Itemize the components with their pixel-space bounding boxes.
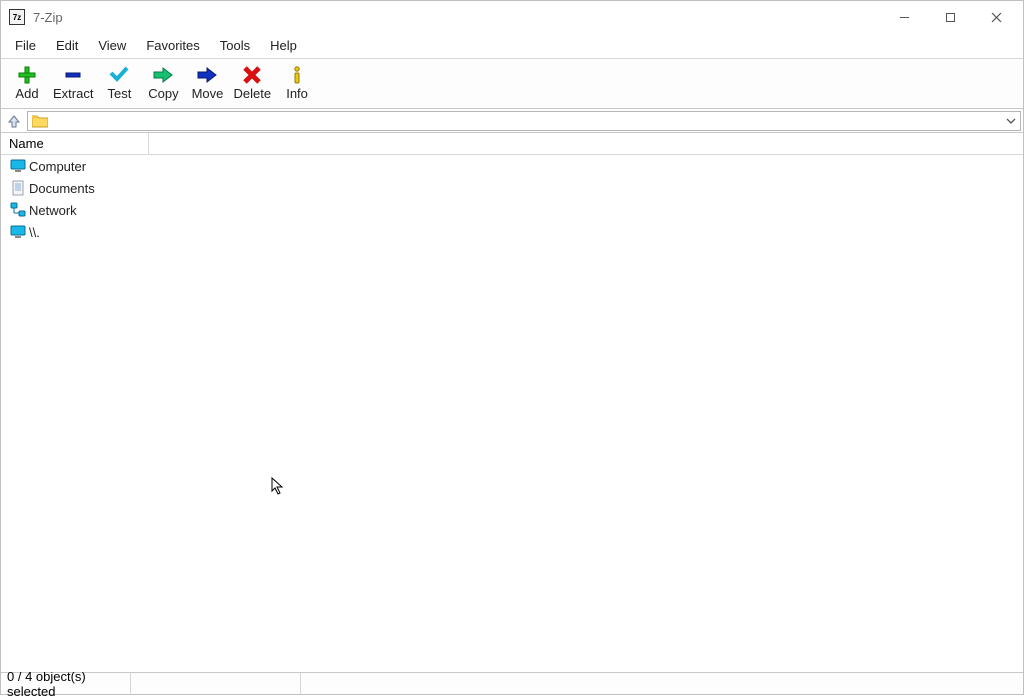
close-button[interactable] <box>973 2 1019 32</box>
arrow-right-icon <box>197 66 217 84</box>
list-header: Name <box>1 133 1023 155</box>
menu-bar: File Edit View Favorites Tools Help <box>1 33 1023 59</box>
list-item[interactable]: Network <box>1 199 1023 221</box>
document-icon <box>9 180 27 196</box>
up-arrow-icon <box>7 114 21 128</box>
menu-view[interactable]: View <box>88 34 136 57</box>
add-button[interactable]: Add <box>5 61 49 107</box>
computer-icon <box>9 158 27 174</box>
status-selection: 0 / 4 object(s) selected <box>1 673 131 694</box>
item-label: \\. <box>29 225 40 240</box>
item-label: Network <box>29 203 77 218</box>
window-title: 7-Zip <box>33 10 63 25</box>
menu-edit[interactable]: Edit <box>46 34 88 57</box>
copy-button[interactable]: Copy <box>141 61 185 107</box>
test-label: Test <box>108 86 132 101</box>
minus-icon <box>64 66 82 84</box>
cursor-icon <box>271 477 285 495</box>
list-item[interactable]: Computer <box>1 155 1023 177</box>
path-input[interactable] <box>52 112 1002 130</box>
toolbar: Add Extract Test Copy Move Delete Info <box>1 59 1023 109</box>
menu-help[interactable]: Help <box>260 34 307 57</box>
file-list[interactable]: Computer Documents Network \\. <box>1 155 1023 672</box>
title-bar: 7z 7-Zip <box>1 1 1023 33</box>
menu-tools[interactable]: Tools <box>210 34 260 57</box>
column-name[interactable]: Name <box>1 133 149 154</box>
list-item[interactable]: \\. <box>1 221 1023 243</box>
status-bar: 0 / 4 object(s) selected <box>1 672 1023 694</box>
add-label: Add <box>15 86 38 101</box>
item-label: Documents <box>29 181 95 196</box>
test-button[interactable]: Test <box>97 61 141 107</box>
network-icon <box>9 202 27 218</box>
path-combobox[interactable] <box>27 111 1021 131</box>
delete-label: Delete <box>233 86 271 101</box>
path-dropdown-button[interactable] <box>1002 112 1020 130</box>
menu-favorites[interactable]: Favorites <box>136 34 209 57</box>
delete-button[interactable]: Delete <box>229 61 275 107</box>
up-button[interactable] <box>3 111 25 131</box>
arrow-right-outline-icon <box>153 66 173 84</box>
item-label: Computer <box>29 159 86 174</box>
list-item[interactable]: Documents <box>1 177 1023 199</box>
plus-icon <box>18 66 36 84</box>
info-button[interactable]: Info <box>275 61 319 107</box>
address-bar <box>1 109 1023 133</box>
extract-label: Extract <box>53 86 93 101</box>
chevron-down-icon <box>1006 116 1016 126</box>
check-icon <box>109 66 129 84</box>
menu-file[interactable]: File <box>5 34 46 57</box>
move-label: Move <box>192 86 224 101</box>
info-icon <box>291 66 303 84</box>
app-icon: 7z <box>9 9 25 25</box>
maximize-button[interactable] <box>927 2 973 32</box>
minimize-button[interactable] <box>881 2 927 32</box>
info-label: Info <box>286 86 308 101</box>
extract-button[interactable]: Extract <box>49 61 97 107</box>
x-icon <box>243 66 261 84</box>
computer-icon <box>9 224 27 240</box>
copy-label: Copy <box>148 86 178 101</box>
folder-icon <box>32 114 48 128</box>
status-cell-2 <box>131 673 301 694</box>
move-button[interactable]: Move <box>185 61 229 107</box>
